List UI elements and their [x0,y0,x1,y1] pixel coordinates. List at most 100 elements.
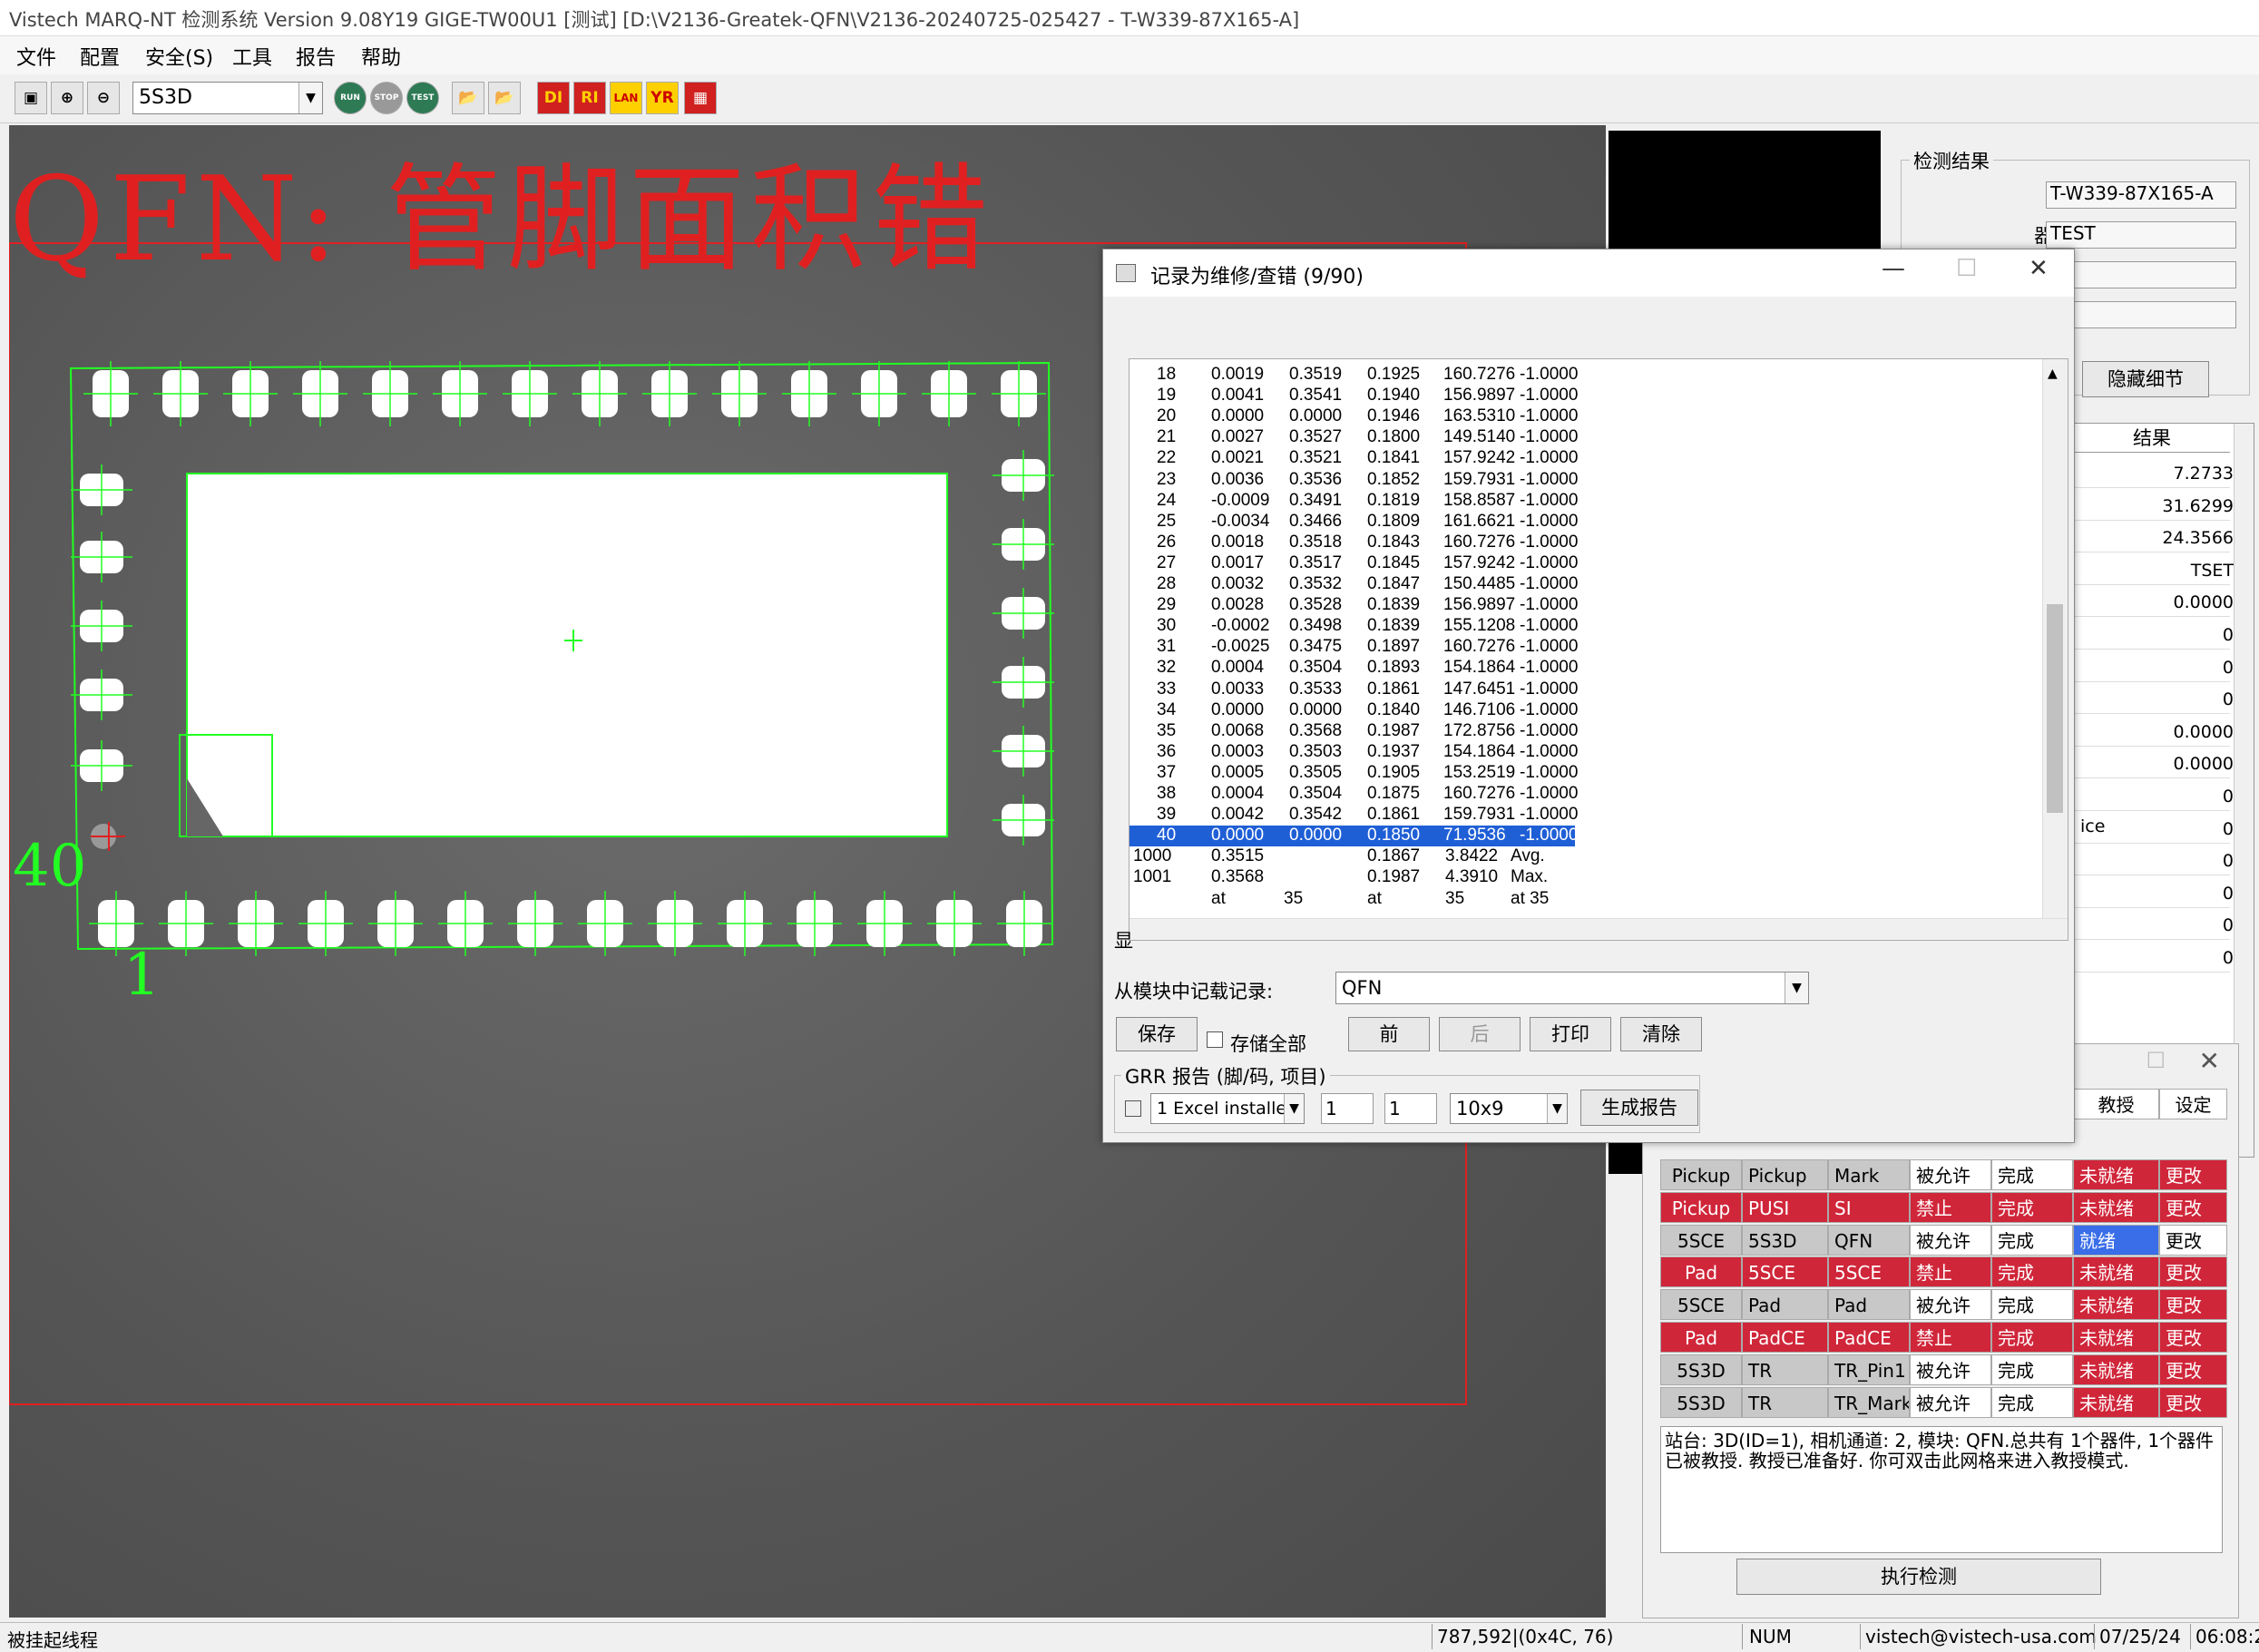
open-icon[interactable]: 📂 [452,82,484,114]
menu-security[interactable]: 安全(S) [145,42,213,71]
menu-config[interactable]: 配置 [80,42,120,71]
record-vscroll[interactable]: ▲ ▼ [2042,359,2068,940]
chevron-up-icon[interactable]: ▲ [2048,367,2058,381]
stop-icon[interactable]: STOP [370,82,403,114]
next-button[interactable]: 后 [1439,1017,1521,1051]
grr-input-b[interactable]: 1 [1384,1093,1437,1124]
teach-grid-cell[interactable]: 更改 [2159,1386,2227,1418]
menu-help[interactable]: 帮助 [361,42,401,71]
teach-grid-cell[interactable]: 被允许 [1910,1289,1991,1321]
teach-grid-cell[interactable]: 完成 [1991,1191,2073,1223]
teach-grid-cell[interactable]: 5S3D [1660,1354,1742,1385]
teach-grid-cell[interactable]: 完成 [1991,1224,2073,1256]
teach-grid-cell[interactable]: 禁止 [1910,1322,1991,1353]
teach-grid-cell[interactable]: 就绪 [2073,1224,2159,1256]
minimize-icon[interactable]: — [1882,255,1905,282]
teach-grid-cell[interactable]: 完成 [1991,1256,2073,1288]
teach-grid-cell[interactable]: TR_Pin1 [1828,1354,1910,1385]
save-icon[interactable]: 📂 [488,82,521,114]
teach-grid-cell[interactable]: 被允许 [1910,1386,1991,1418]
teach-grid-cell[interactable]: TR_Mark [1828,1386,1910,1418]
teach-grid-cell[interactable]: 5S3D [1742,1224,1828,1256]
teach-grid-cell[interactable]: 更改 [2159,1322,2227,1353]
teach-grid-cell[interactable]: 未就绪 [2073,1191,2159,1223]
grr-input-a[interactable]: 1 [1321,1093,1374,1124]
teach-grid-cell[interactable]: 未就绪 [2073,1354,2159,1385]
maximize-icon[interactable]: ☐ [2146,1048,2166,1073]
teach-grid-cell[interactable]: 被允许 [1910,1159,1991,1190]
teach-grid-cell[interactable]: 未就绪 [2073,1386,2159,1418]
run-inspection-button[interactable]: 执行检测 [1736,1559,2101,1595]
record-hscroll[interactable] [1130,918,2068,940]
teach-grid-cell[interactable]: Pad [1742,1289,1828,1321]
teach-grid-cell[interactable]: 未就绪 [2073,1256,2159,1288]
teach-grid-cell[interactable]: 更改 [2159,1159,2227,1190]
teach-grid-cell[interactable]: Pad [1828,1289,1910,1321]
teach-grid-cell[interactable]: 完成 [1991,1386,2073,1418]
yr-icon[interactable]: YR [646,82,679,114]
grr-size-select[interactable]: 10x9 ▼ [1450,1093,1568,1124]
clear-button[interactable]: 清除 [1620,1017,1702,1051]
camera-icon[interactable]: ▣ [15,82,47,114]
record-row[interactable]: 40 0.0000 0.0000 0.1850 71.9536 -1.0000 [1130,826,1578,847]
lan-icon[interactable]: LAN [610,82,642,114]
teach-grid-cell[interactable]: 更改 [2159,1289,2227,1321]
menu-report[interactable]: 报告 [296,42,336,71]
teach-grid-cell[interactable]: Pickup [1742,1159,1828,1190]
menu-tools[interactable]: 工具 [232,42,272,71]
device-field[interactable]: TEST [2046,221,2236,249]
teach-grid-cell[interactable]: 被允许 [1910,1224,1991,1256]
generate-report-button[interactable]: 生成报告 [1580,1090,1698,1126]
teach-grid-cell[interactable]: 5SCE [1742,1256,1828,1288]
scroll-thumb[interactable] [2047,604,2063,813]
teach-grid-cell[interactable]: SI [1828,1191,1910,1223]
teach-grid-cell[interactable]: 完成 [1991,1354,2073,1385]
ri-icon[interactable]: RI [573,82,606,114]
menu-file[interactable]: 文件 [16,42,56,71]
di-icon[interactable]: DI [537,82,570,114]
teach-grid-cell[interactable]: 未就绪 [2073,1289,2159,1321]
excel-select[interactable]: 1 Excel installed ▼ [1150,1093,1305,1124]
hide-details-button[interactable]: 隐藏细节 [2082,361,2209,397]
package-field[interactable]: T-W339-87X165-A [2046,181,2236,209]
teach-grid-cell[interactable]: PadCE [1828,1322,1910,1353]
teach-grid-cell[interactable]: 禁止 [1910,1256,1991,1288]
teach-grid-cell[interactable]: 5SCE [1828,1256,1910,1288]
teach-grid-cell[interactable]: Pickup [1660,1159,1742,1190]
teach-grid-cell[interactable]: 未就绪 [2073,1322,2159,1353]
teach-grid-cell[interactable]: 5SCE [1660,1289,1742,1321]
teach-grid-cell[interactable]: Pad [1660,1256,1742,1288]
close-icon[interactable]: ✕ [2199,1046,2220,1076]
teach-grid-cell[interactable]: 被允许 [1910,1354,1991,1385]
grid-icon[interactable]: ▦ [684,82,717,114]
run-icon[interactable]: RUN [334,82,367,114]
teach-grid-cell[interactable]: QFN [1828,1224,1910,1256]
teach-grid-cell[interactable]: 完成 [1991,1322,2073,1353]
teach-grid-cell[interactable]: 完成 [1991,1289,2073,1321]
teach-grid-cell[interactable]: TR [1742,1386,1828,1418]
teach-grid-cell[interactable]: 更改 [2159,1191,2227,1223]
teach-grid-cell[interactable]: 未就绪 [2073,1159,2159,1190]
teach-grid-cell[interactable]: PadCE [1742,1322,1828,1353]
save-button[interactable]: 保存 [1116,1017,1198,1051]
save-all-checkbox[interactable] [1207,1031,1223,1048]
teach-grid-cell[interactable]: 完成 [1991,1159,2073,1190]
teach-grid-cell[interactable]: 5S3D [1660,1386,1742,1418]
module-select[interactable]: QFN ▼ [1335,972,1809,1004]
record-list[interactable]: 18 0.0019 0.3519 0.1925 160.7276 -1.0000 19 0.0… [1129,358,2068,941]
teach-grid-cell[interactable]: 更改 [2159,1256,2227,1288]
close-icon[interactable]: ✕ [2029,255,2049,282]
teach-grid-cell[interactable]: 更改 [2159,1224,2227,1256]
test-icon[interactable]: TEST [406,82,439,114]
prev-button[interactable]: 前 [1348,1017,1430,1051]
teach-grid-cell[interactable]: Mark [1828,1159,1910,1190]
zoom-out-icon[interactable]: ⊖ [87,82,120,114]
teach-grid-cell[interactable]: 更改 [2159,1354,2227,1385]
teach-grid-cell[interactable]: 5SCE [1660,1224,1742,1256]
print-button[interactable]: 打印 [1530,1017,1611,1051]
teach-grid-cell[interactable]: Pickup [1660,1191,1742,1223]
zoom-in-icon[interactable]: ⊕ [51,82,83,114]
teach-grid-cell[interactable]: TR [1742,1354,1828,1385]
mode-select[interactable]: 5S3D ▼ [132,82,323,114]
grr-checkbox[interactable] [1125,1100,1141,1117]
